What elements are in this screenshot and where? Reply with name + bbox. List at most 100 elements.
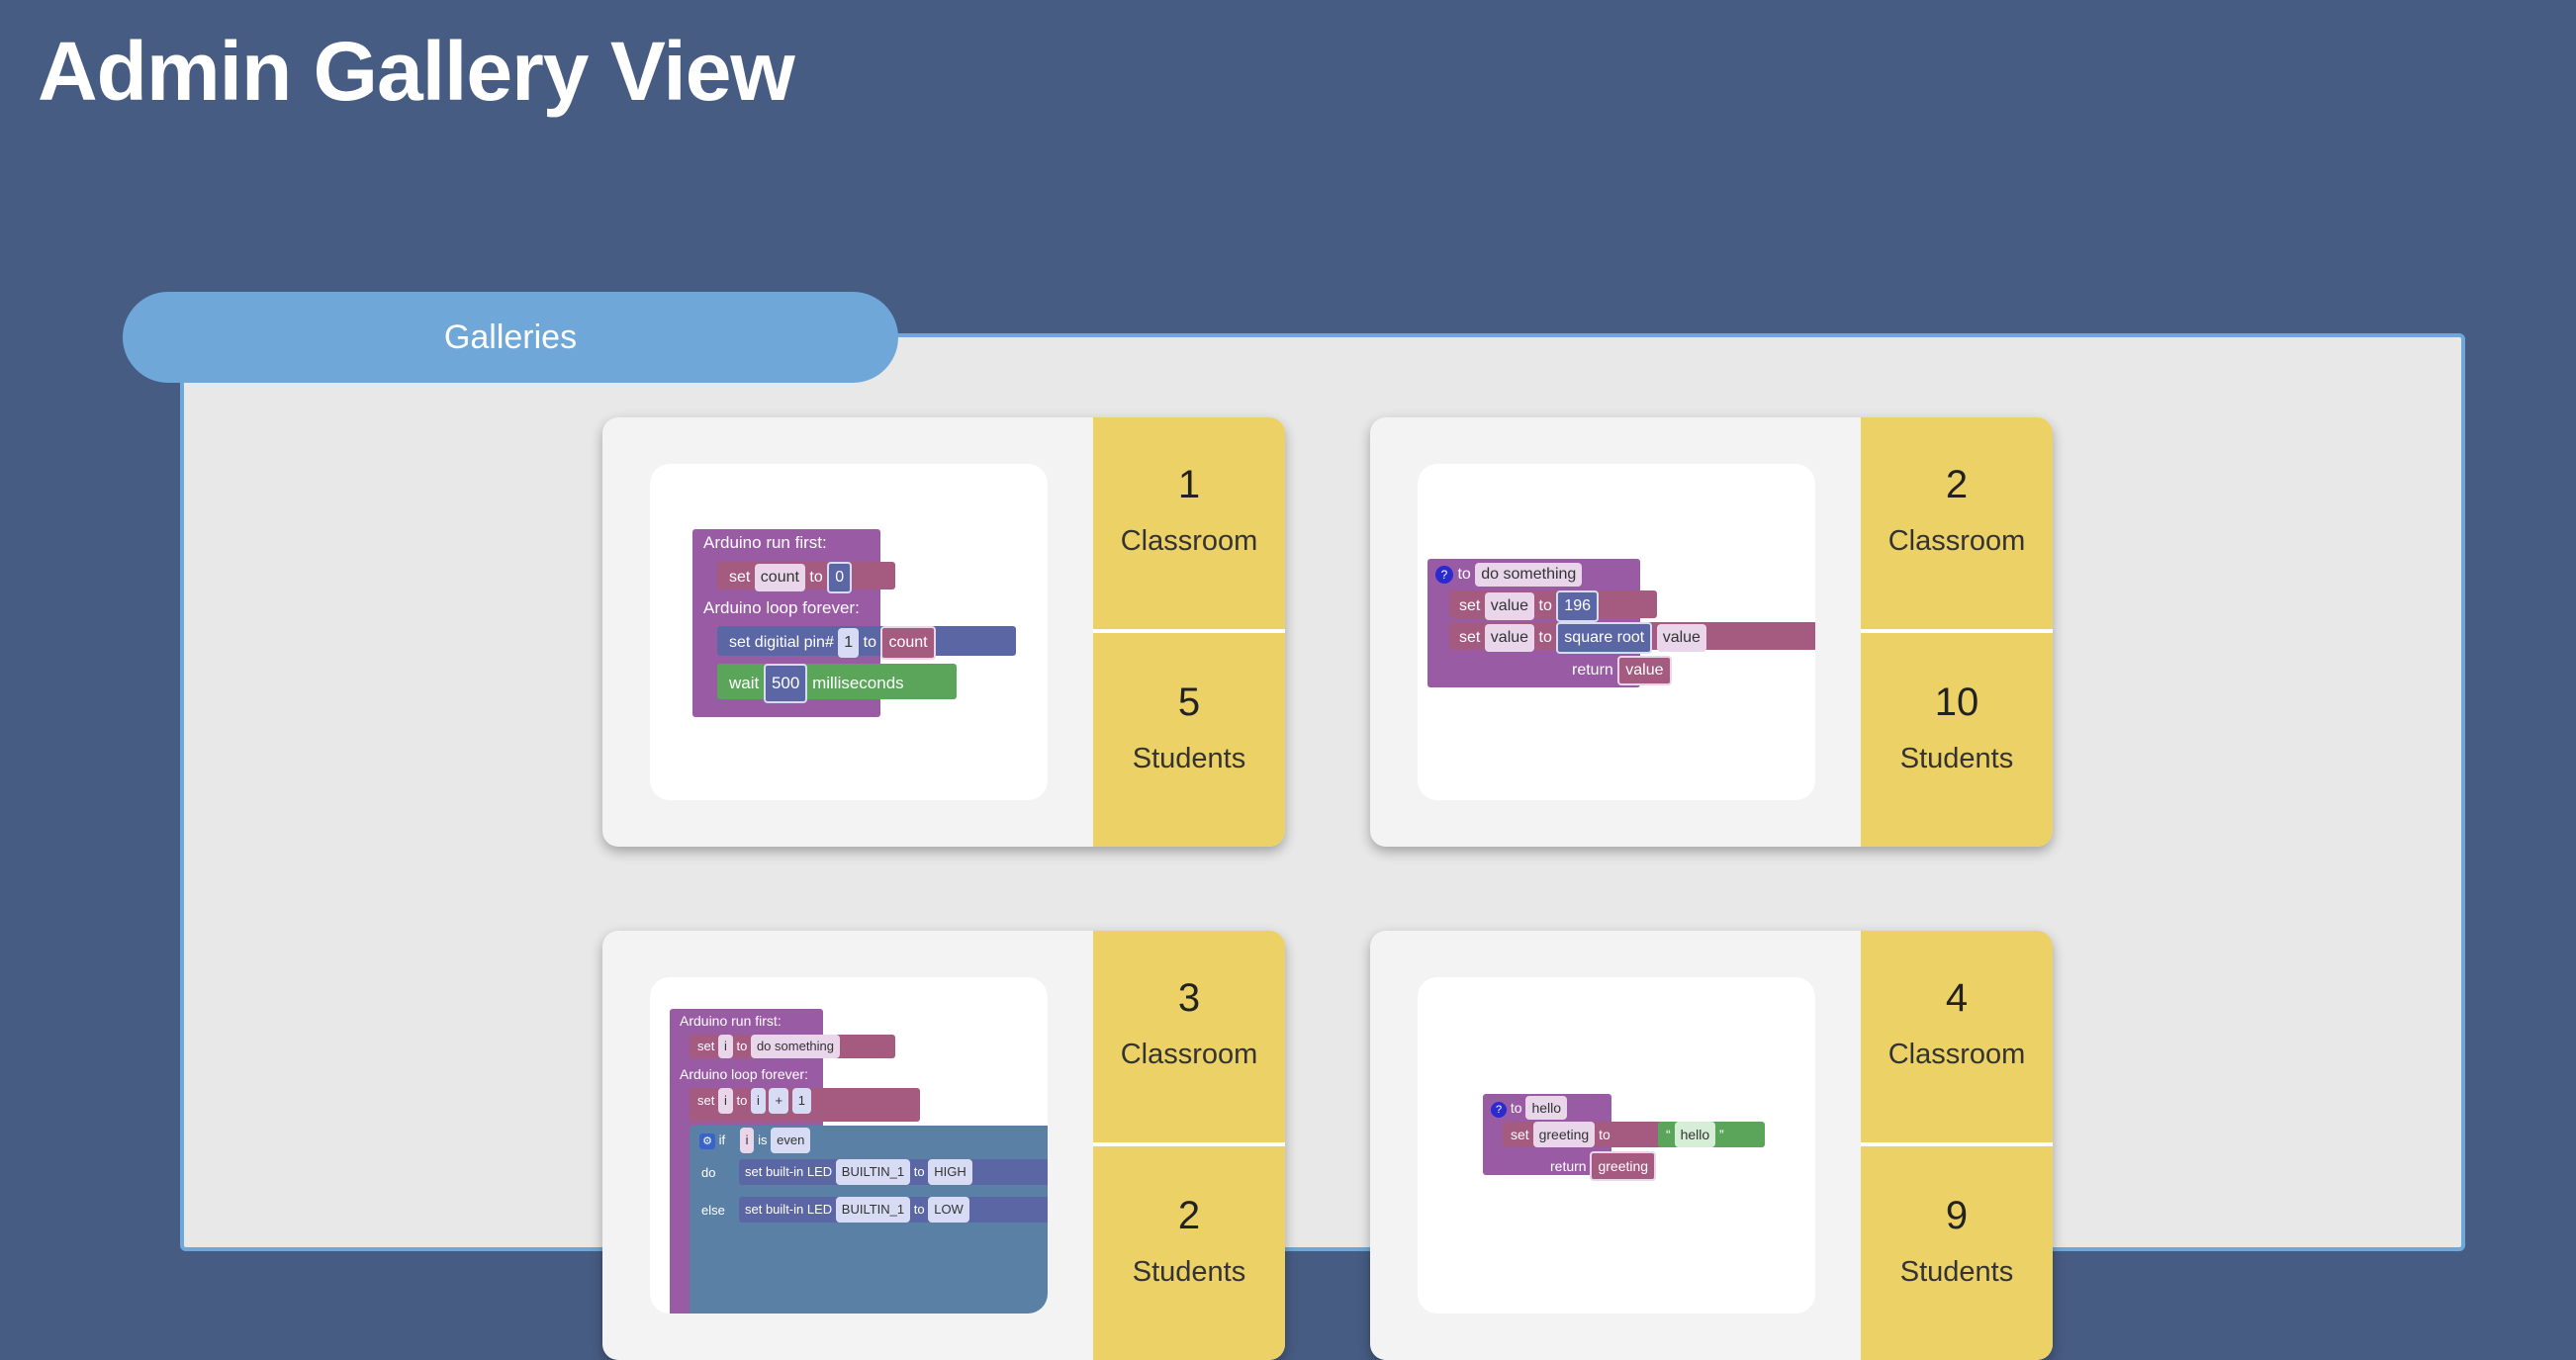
students-number: 2 <box>1177 1194 1201 1237</box>
variable-chip: greeting <box>1590 1151 1657 1181</box>
open-quote-icon: “ <box>1666 1127 1671 1142</box>
variable-chip: value <box>1617 656 1672 685</box>
stats-panel: 2 Classroom 10 Students <box>1861 417 2053 847</box>
pin-chip: 1 <box>838 628 860 658</box>
function-name-chip: hello <box>1525 1096 1568 1120</box>
block-text: set <box>1459 629 1481 646</box>
math-op-chip: square root <box>1556 622 1653 654</box>
classroom-label: Classroom <box>1887 525 2026 557</box>
value-chip: LOW <box>928 1197 969 1223</box>
variable-chip: value <box>1484 624 1535 652</box>
block-text: milliseconds <box>812 674 904 692</box>
block-text: return <box>1572 662 1613 679</box>
block-text: set <box>1459 597 1481 614</box>
value-chip: HIGH <box>928 1159 972 1185</box>
students-stat: 10 Students <box>1861 680 2053 775</box>
block-text: to <box>736 1039 748 1053</box>
block-set-digital-pin: set digitial pin# 1 to count <box>717 626 1016 660</box>
block-set-led-low: set built-in LED BUILTIN_1 to LOW <box>739 1197 1048 1223</box>
students-stat: 2 Students <box>1093 1194 1285 1289</box>
variable-chip: i <box>717 1088 733 1114</box>
code-thumbnail-3: Arduino run first: set i to do something… <box>650 977 1048 1314</box>
classroom-stat: 1 Classroom <box>1093 463 1285 558</box>
block-label: Arduino run first: <box>680 1013 782 1029</box>
block-text: to <box>809 569 823 586</box>
classroom-stat: 4 Classroom <box>1861 976 2053 1071</box>
gallery-card-2[interactable]: ? to do something set value to 196 set v… <box>1370 417 2053 847</box>
students-number: 10 <box>1934 680 1979 724</box>
block-text: wait <box>729 674 760 692</box>
block-text: is <box>758 1133 768 1147</box>
block-return: return value <box>1572 656 1672 685</box>
block-text: else <box>701 1203 725 1218</box>
stats-panel: 4 Classroom 9 Students <box>1861 931 2053 1360</box>
block-text: set <box>697 1093 715 1108</box>
block-string: “ hello ” <box>1658 1122 1765 1147</box>
students-stat: 9 Students <box>1861 1194 2053 1289</box>
help-icon: ? <box>1491 1102 1507 1118</box>
help-icon: ? <box>1435 566 1453 584</box>
stat-divider <box>1093 1142 1285 1146</box>
pin-chip: BUILTIN_1 <box>835 1197 911 1223</box>
block-text: to <box>1538 629 1552 646</box>
block-label: Arduino loop forever: <box>680 1066 808 1082</box>
block-wait: wait 500 milliseconds <box>717 664 957 703</box>
gear-icon: ⚙ <box>699 1133 715 1149</box>
block-set-greeting: set greeting to <box>1503 1122 1669 1147</box>
stats-panel: 3 Classroom 2 Students <box>1093 931 1285 1360</box>
block-if-row: ⚙ if i is even <box>699 1128 811 1153</box>
block-text: do <box>701 1165 716 1180</box>
block-text: to <box>1599 1127 1610 1142</box>
students-label: Students <box>1899 1256 2014 1288</box>
stat-divider <box>1861 629 2053 633</box>
block-set-value-sqrt: set value to square root value <box>1449 622 1815 654</box>
classroom-stat: 3 Classroom <box>1093 976 1285 1071</box>
classroom-number: 2 <box>1945 463 1969 506</box>
classroom-number: 4 <box>1945 976 1969 1020</box>
block-procedure-header: ? to do something <box>1435 563 1583 587</box>
students-stat: 5 Students <box>1093 680 1285 775</box>
block-set-led-high: set built-in LED BUILTIN_1 to HIGH <box>739 1159 1048 1185</box>
math-op-chip: + <box>769 1088 789 1114</box>
variable-chip: i <box>717 1035 733 1058</box>
gallery-card-1[interactable]: Arduino run first: set count to 0 Arduin… <box>602 417 1285 847</box>
code-thumbnail-1: Arduino run first: set count to 0 Arduin… <box>650 464 1048 800</box>
variable-chip: count <box>880 626 936 660</box>
variable-chip: i <box>739 1128 755 1153</box>
students-label: Students <box>1899 743 2014 774</box>
stat-divider <box>1861 1142 2053 1146</box>
block-text: to <box>1457 566 1471 583</box>
block-text: set <box>1511 1127 1529 1142</box>
variable-chip: value <box>1656 624 1706 652</box>
string-chip: hello <box>1674 1122 1716 1147</box>
number-chip: 500 <box>763 664 808 703</box>
block-return: return greeting <box>1550 1151 1657 1181</box>
gallery-card-3[interactable]: Arduino run first: set i to do something… <box>602 931 1285 1360</box>
condition-chip: even <box>771 1128 811 1153</box>
block-text: to <box>863 634 876 651</box>
string-chip: do something <box>750 1035 841 1058</box>
students-number: 9 <box>1945 1194 1969 1237</box>
block-text: to <box>736 1093 748 1108</box>
block-text: to <box>1510 1100 1522 1116</box>
code-thumbnail-2: ? to do something set value to 196 set v… <box>1418 464 1815 800</box>
tab-galleries[interactable]: Galleries <box>123 292 898 383</box>
gallery-panel <box>180 333 2465 1251</box>
stats-panel: 1 Classroom 5 Students <box>1093 417 1285 847</box>
block-text: to <box>1538 597 1552 614</box>
block-label: Arduino run first: <box>703 533 827 552</box>
pin-chip: BUILTIN_1 <box>835 1159 911 1185</box>
classroom-label: Classroom <box>1887 1039 2026 1070</box>
block-text: to <box>913 1164 925 1179</box>
variable-chip: count <box>754 564 805 591</box>
block-text: return <box>1550 1158 1587 1174</box>
gallery-card-4[interactable]: ? to hello set greeting to “ hello ” ret… <box>1370 931 2053 1360</box>
function-name-chip: do something <box>1475 563 1583 587</box>
variable-chip: greeting <box>1532 1122 1596 1147</box>
code-thumbnail-4: ? to hello set greeting to “ hello ” ret… <box>1418 977 1815 1314</box>
block-text: set built-in LED <box>745 1164 833 1179</box>
number-chip: 1 <box>791 1088 811 1114</box>
block-set-i: set i to do something <box>690 1035 895 1058</box>
block-text: set <box>729 569 751 586</box>
classroom-label: Classroom <box>1120 1039 1258 1070</box>
